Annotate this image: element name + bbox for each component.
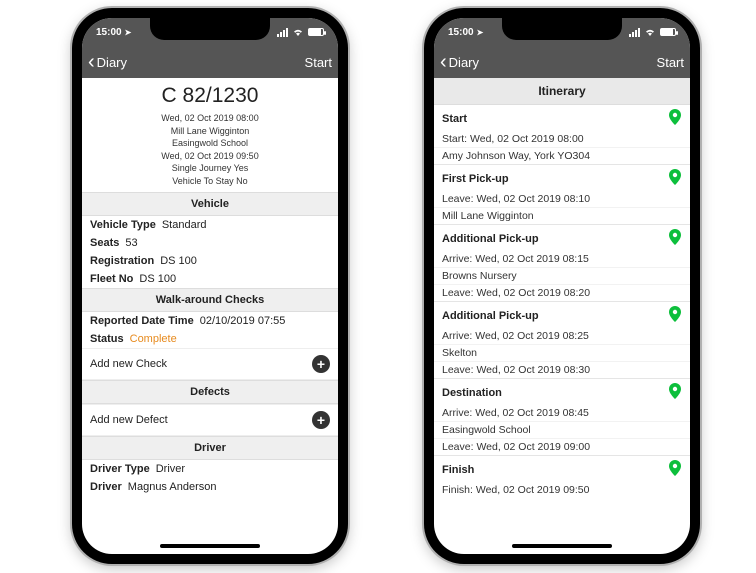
meta-line: Wed, 02 Oct 2019 08:00 <box>82 112 338 125</box>
map-pin-icon[interactable] <box>668 109 682 129</box>
add-check-label: Add new Check <box>90 358 167 370</box>
plus-icon: + <box>312 355 330 373</box>
stop-line: Leave: Wed, 02 Oct 2019 08:10 <box>434 191 690 207</box>
itinerary-header: Itinerary <box>434 78 690 105</box>
map-pin-icon[interactable] <box>668 229 682 249</box>
stop-line: Start: Wed, 02 Oct 2019 08:00 <box>434 131 690 147</box>
kv-row: Vehicle TypeStandard <box>82 216 338 234</box>
kv-row: RegistrationDS 100 <box>82 252 338 270</box>
stop-line: Easingwold School <box>434 421 690 438</box>
stop-name: Destination <box>442 387 502 399</box>
status-time: 15:00 <box>448 27 483 38</box>
stop-label[interactable]: First Pick-up <box>434 164 690 191</box>
phone-mockup-itinerary: 15:00 ‹Diary Start Itinerary Start Start:… <box>424 8 700 564</box>
map-pin-icon[interactable] <box>668 460 682 480</box>
home-indicator[interactable] <box>512 544 612 548</box>
add-defect-label: Add new Defect <box>90 414 168 426</box>
kv-row: Driver TypeDriver <box>82 460 338 478</box>
nav-bar: ‹Diary Start <box>434 46 690 78</box>
meta-line: Vehicle To Stay No <box>82 175 338 188</box>
kv-row: Seats53 <box>82 234 338 252</box>
stop-line: Leave: Wed, 02 Oct 2019 08:30 <box>434 361 690 378</box>
status-icons <box>629 27 676 37</box>
stop-line: Leave: Wed, 02 Oct 2019 08:20 <box>434 284 690 301</box>
stop-label[interactable]: Destination <box>434 378 690 405</box>
add-defect-row[interactable]: Add new Defect + <box>82 404 338 436</box>
map-pin-icon[interactable] <box>668 169 682 189</box>
back-button[interactable]: ‹Diary <box>440 52 479 72</box>
stop-label[interactable]: Finish <box>434 455 690 482</box>
stop-label[interactable]: Additional Pick-up <box>434 224 690 251</box>
add-check-row[interactable]: Add new Check + <box>82 348 338 380</box>
wifi-icon <box>292 27 304 37</box>
phone-mockup-job-details: 15:00 ‹Diary Start C 82/1230 Wed, 02 Oct… <box>72 8 348 564</box>
job-content: C 82/1230 Wed, 02 Oct 2019 08:00 Mill La… <box>82 78 338 554</box>
stop-label[interactable]: Start <box>434 105 690 131</box>
plus-icon: + <box>312 411 330 429</box>
job-code: C 82/1230 <box>82 84 338 108</box>
signal-icon <box>629 28 640 37</box>
stop-line: Browns Nursery <box>434 267 690 284</box>
map-pin-icon[interactable] <box>668 383 682 403</box>
stop-name: Additional Pick-up <box>442 233 539 245</box>
nav-bar: ‹Diary Start <box>82 46 338 78</box>
home-indicator[interactable] <box>160 544 260 548</box>
meta-line: Easingwold School <box>82 137 338 150</box>
chevron-left-icon: ‹ <box>88 52 95 72</box>
stop-line: Amy Johnson Way, York YO304 <box>434 147 690 164</box>
stop-line: Finish: Wed, 02 Oct 2019 09:50 <box>434 482 690 498</box>
stop-line: Arrive: Wed, 02 Oct 2019 08:15 <box>434 251 690 267</box>
signal-icon <box>277 28 288 37</box>
location-icon <box>125 27 132 38</box>
chevron-left-icon: ‹ <box>440 52 447 72</box>
stop-line: Mill Lane Wigginton <box>434 207 690 224</box>
section-header-defects: Defects <box>82 380 338 404</box>
location-icon <box>477 27 484 38</box>
start-button[interactable]: Start <box>305 55 332 70</box>
screen: 15:00 ‹Diary Start Itinerary Start Start:… <box>434 18 690 554</box>
stop-name: First Pick-up <box>442 173 509 185</box>
map-pin-icon[interactable] <box>668 306 682 326</box>
stop-label[interactable]: Additional Pick-up <box>434 301 690 328</box>
stop-line: Skelton <box>434 344 690 361</box>
section-header-vehicle: Vehicle <box>82 192 338 216</box>
stop-name: Additional Pick-up <box>442 310 539 322</box>
back-label: Diary <box>449 55 479 70</box>
notch <box>150 18 270 40</box>
back-button[interactable]: ‹Diary <box>88 52 127 72</box>
itinerary-content: Itinerary Start Start: Wed, 02 Oct 2019 0… <box>434 78 690 554</box>
meta-line: Mill Lane Wigginton <box>82 125 338 138</box>
status-icons <box>277 27 324 37</box>
wifi-icon <box>644 27 656 37</box>
job-header: C 82/1230 Wed, 02 Oct 2019 08:00 Mill La… <box>82 78 338 192</box>
start-button[interactable]: Start <box>657 55 684 70</box>
section-header-driver: Driver <box>82 436 338 460</box>
status-time: 15:00 <box>96 27 131 38</box>
kv-row: Reported Date Time02/10/2019 07:55 <box>82 312 338 330</box>
kv-row-status: StatusComplete <box>82 330 338 348</box>
stop-name: Finish <box>442 464 474 476</box>
screen: 15:00 ‹Diary Start C 82/1230 Wed, 02 Oct… <box>82 18 338 554</box>
notch <box>502 18 622 40</box>
battery-icon <box>308 28 324 36</box>
battery-icon <box>660 28 676 36</box>
section-header-checks: Walk-around Checks <box>82 288 338 312</box>
stop-line: Leave: Wed, 02 Oct 2019 09:00 <box>434 438 690 455</box>
stop-line: Arrive: Wed, 02 Oct 2019 08:25 <box>434 328 690 344</box>
stop-name: Start <box>442 113 467 125</box>
meta-line: Single Journey Yes <box>82 162 338 175</box>
back-label: Diary <box>97 55 127 70</box>
kv-row: Fleet NoDS 100 <box>82 270 338 288</box>
meta-line: Wed, 02 Oct 2019 09:50 <box>82 150 338 163</box>
kv-row: DriverMagnus Anderson <box>82 478 338 496</box>
stop-line: Arrive: Wed, 02 Oct 2019 08:45 <box>434 405 690 421</box>
